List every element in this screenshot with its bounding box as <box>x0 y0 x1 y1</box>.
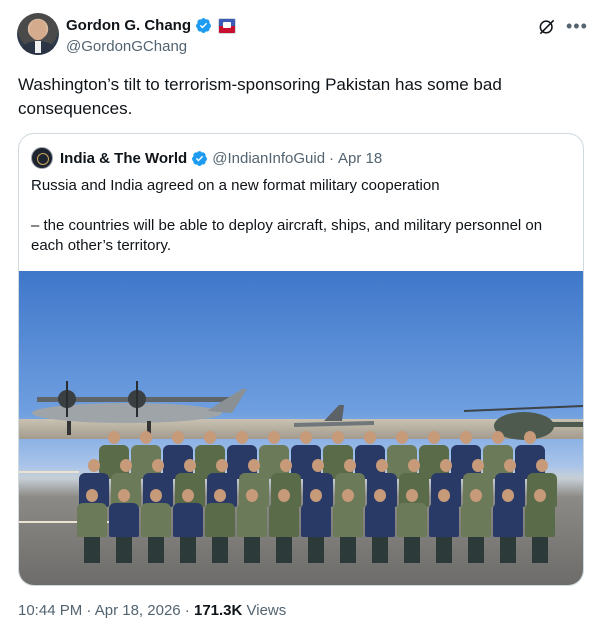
views-label: Views <box>242 602 287 619</box>
tweet-text: Washington’s tilt to terrorism-sponsorin… <box>18 75 502 118</box>
quoted-display-name[interactable]: India & The World <box>60 150 187 167</box>
quoted-tweet[interactable]: India & The World @IndianInfoGuid · Apr … <box>18 133 584 586</box>
views-count[interactable]: 171.3K <box>194 602 242 619</box>
quoted-text-line1: Russia and India agreed on a new format … <box>31 177 440 194</box>
tweet-meta: 10:44 PM · Apr 18, 2026 · 171.3K Views <box>18 602 286 619</box>
author-name-row: Gordon G. Chang <box>66 17 236 34</box>
grok-icon[interactable] <box>537 17 557 37</box>
author-display-name[interactable]: Gordon G. Chang <box>66 17 191 34</box>
tweet-date[interactable]: Apr 18, 2026 <box>95 602 181 619</box>
meta-separator: · <box>180 602 194 619</box>
more-icon[interactable]: ••• <box>566 16 588 37</box>
quoted-photo[interactable] <box>19 271 583 585</box>
verified-badge-icon <box>192 150 208 166</box>
crowd-front-row <box>77 489 555 563</box>
meta-separator: · <box>82 602 95 619</box>
quoted-separator: · <box>329 149 335 167</box>
author-avatar[interactable] <box>17 13 59 55</box>
quoted-avatar[interactable] <box>31 147 53 169</box>
fighter-jet-image <box>294 405 374 427</box>
tweet-time[interactable]: 10:44 PM <box>18 602 82 619</box>
quoted-header: India & The World @IndianInfoGuid · Apr … <box>31 147 382 169</box>
verified-badge-icon[interactable] <box>195 17 212 34</box>
quoted-handle: @IndianInfoGuid <box>212 149 326 167</box>
affiliate-badge-icon <box>218 17 236 34</box>
avatar-shirt <box>35 41 41 53</box>
tarmac-marking <box>19 471 79 473</box>
quoted-text: Russia and India agreed on a new format … <box>31 176 571 256</box>
quoted-date[interactable]: Apr 18 <box>338 150 382 167</box>
avatar-face <box>30 20 46 40</box>
quoted-text-line2: – the countries will be able to deploy a… <box>31 217 543 254</box>
author-handle[interactable]: @GordonGChang <box>66 38 187 55</box>
